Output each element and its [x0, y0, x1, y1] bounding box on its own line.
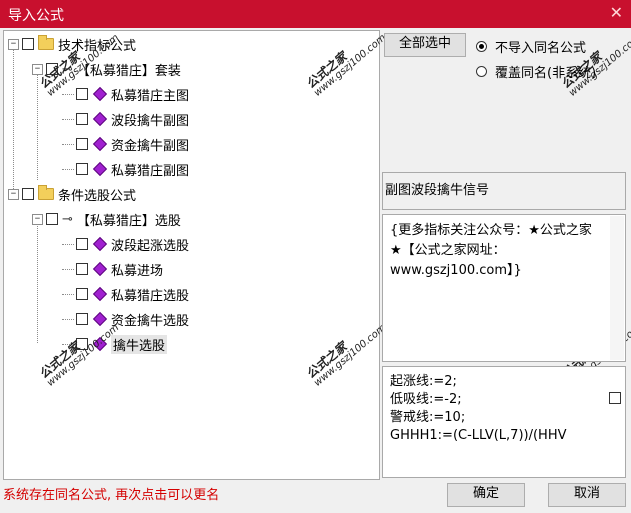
list-item[interactable]: 私募进场 — [62, 258, 163, 280]
window-title: 导入公式 — [8, 8, 64, 24]
item-label: 私募猎庄选股 — [111, 288, 190, 304]
collapse-icon[interactable]: − — [8, 38, 19, 50]
item-checkbox[interactable] — [76, 113, 88, 125]
list-item[interactable]: 资金擒牛副图 — [62, 133, 189, 155]
sub-checkbox[interactable] — [46, 63, 58, 75]
close-icon[interactable]: ✕ — [610, 3, 623, 22]
tree-line — [13, 48, 14, 195]
formula-title: 副图波段擒牛信号 — [385, 183, 490, 198]
formula-description[interactable]: {更多指标关注公众号：★公式之家★【公式之家网址：www.gszj100.com… — [382, 214, 626, 362]
formula-gem-icon — [92, 286, 108, 302]
formula-gem-icon — [92, 111, 108, 127]
sub-checkbox[interactable] — [46, 213, 58, 225]
status-message: 系统存在同名公式, 再次点击可以更名 — [3, 488, 220, 503]
item-checkbox[interactable] — [76, 88, 88, 100]
item-label: 私募猎庄主图 — [111, 88, 190, 104]
list-item[interactable]: 资金擒牛选股 — [62, 308, 189, 330]
item-checkbox[interactable] — [76, 238, 88, 250]
radio-label: 不导入同名公式 — [495, 41, 587, 56]
list-item[interactable]: 波段擒牛副图 — [62, 108, 189, 130]
group-checkbox[interactable] — [22, 38, 34, 50]
ok-button[interactable]: 确定 — [447, 483, 525, 507]
group-label: 条件选股公式 — [58, 188, 137, 204]
tree-branch — [62, 143, 74, 145]
item-checkbox[interactable] — [76, 288, 88, 300]
item-label: 私募进场 — [111, 263, 164, 279]
tree-branch — [62, 243, 74, 245]
item-label: 资金擒牛副图 — [111, 138, 190, 154]
code-checkbox[interactable] — [609, 392, 621, 404]
tree-branch — [62, 318, 74, 320]
tree-branch — [62, 343, 74, 345]
list-item[interactable]: 私募猎庄选股 — [62, 283, 189, 305]
description-text: {更多指标关注公众号：★公式之家★【公式之家网址：www.gszj100.com… — [390, 223, 592, 278]
item-checkbox[interactable] — [76, 138, 88, 150]
tree-branch — [62, 268, 74, 270]
tree-branch — [62, 93, 74, 95]
collapse-icon[interactable]: − — [32, 213, 43, 225]
collapse-icon[interactable]: − — [8, 188, 19, 200]
tree-branch — [62, 118, 74, 120]
title-bar: 导入公式 ✕ — [0, 0, 631, 28]
sub-label: 【私募猎庄】选股 — [76, 213, 181, 229]
formula-tree[interactable]: − 技术指标公式 − ⊸ 【私募猎庄】套装 私募猎庄主图 波段擒牛副图 资金擒牛… — [3, 30, 380, 480]
radio-label: 覆盖同名(非系统) — [495, 66, 597, 81]
collapse-icon[interactable]: − — [32, 63, 43, 75]
code-text: 起涨线:=2; 低吸线:=-2; 警戒线:=10; GHHH1:=(C-LLV(… — [390, 373, 567, 445]
folder-icon — [38, 185, 54, 200]
item-label-selected: 擒牛选股 — [111, 334, 168, 354]
tree-group-conditions[interactable]: − 条件选股公式 — [8, 183, 136, 205]
item-label: 资金擒牛选股 — [111, 313, 190, 329]
item-checkbox[interactable] — [76, 263, 88, 275]
code-line: 警戒线:=10; — [390, 410, 466, 425]
group-checkbox[interactable] — [22, 188, 34, 200]
formula-gem-icon — [92, 161, 108, 177]
tree-sub-suite[interactable]: − ⊸ 【私募猎庄】套装 — [32, 58, 181, 80]
list-item[interactable]: 私募猎庄主图 — [62, 83, 189, 105]
formula-gem-icon — [92, 136, 108, 152]
folder-icon — [38, 35, 54, 50]
formula-gem-icon — [92, 261, 108, 277]
select-all-button[interactable]: 全部选中 — [384, 33, 466, 57]
key-icon: ⊸ — [62, 211, 73, 227]
radio-unchecked-icon[interactable] — [476, 66, 487, 77]
formula-code[interactable]: 起涨线:=2; 低吸线:=-2; 警戒线:=10; GHHH1:=(C-LLV(… — [382, 366, 626, 478]
tree-sub-selection[interactable]: − ⊸ 【私募猎庄】选股 — [32, 208, 181, 230]
tree-line — [37, 223, 38, 343]
cancel-button[interactable]: 取消 — [548, 483, 626, 507]
tree-branch — [62, 168, 74, 170]
radio-checked-icon[interactable] — [476, 41, 487, 52]
formula-gem-icon — [92, 336, 108, 352]
code-line: 起涨线:=2; — [390, 374, 457, 389]
item-label: 波段擒牛副图 — [111, 113, 190, 129]
list-item[interactable]: 私募猎庄副图 — [62, 158, 189, 180]
formula-gem-icon — [92, 311, 108, 327]
sub-label: 【私募猎庄】套装 — [76, 63, 181, 79]
radio-no-import[interactable]: 不导入同名公式 — [476, 37, 586, 56]
formula-gem-icon — [92, 236, 108, 252]
tree-branch — [62, 293, 74, 295]
tree-group-technical[interactable]: − 技术指标公式 — [8, 33, 136, 55]
item-checkbox[interactable] — [76, 163, 88, 175]
item-checkbox[interactable] — [76, 313, 88, 325]
key-icon: ⊸ — [62, 61, 73, 77]
item-label: 私募猎庄副图 — [111, 163, 190, 179]
item-label: 波段起涨选股 — [111, 238, 190, 254]
formula-title-box: 副图波段擒牛信号 — [382, 172, 626, 210]
list-item[interactable]: 波段起涨选股 — [62, 233, 189, 255]
code-line: 低吸线:=-2; — [390, 392, 462, 407]
group-label: 技术指标公式 — [58, 38, 137, 54]
list-item[interactable]: 擒牛选股 — [62, 333, 168, 355]
tree-line — [37, 73, 38, 180]
item-checkbox[interactable] — [76, 338, 88, 350]
formula-gem-icon — [92, 86, 108, 102]
scrollbar[interactable] — [610, 216, 624, 360]
code-line: GHHH1:=(C-LLV(L,7))/(HHV — [390, 428, 567, 443]
radio-overwrite[interactable]: 覆盖同名(非系统) — [476, 62, 596, 81]
